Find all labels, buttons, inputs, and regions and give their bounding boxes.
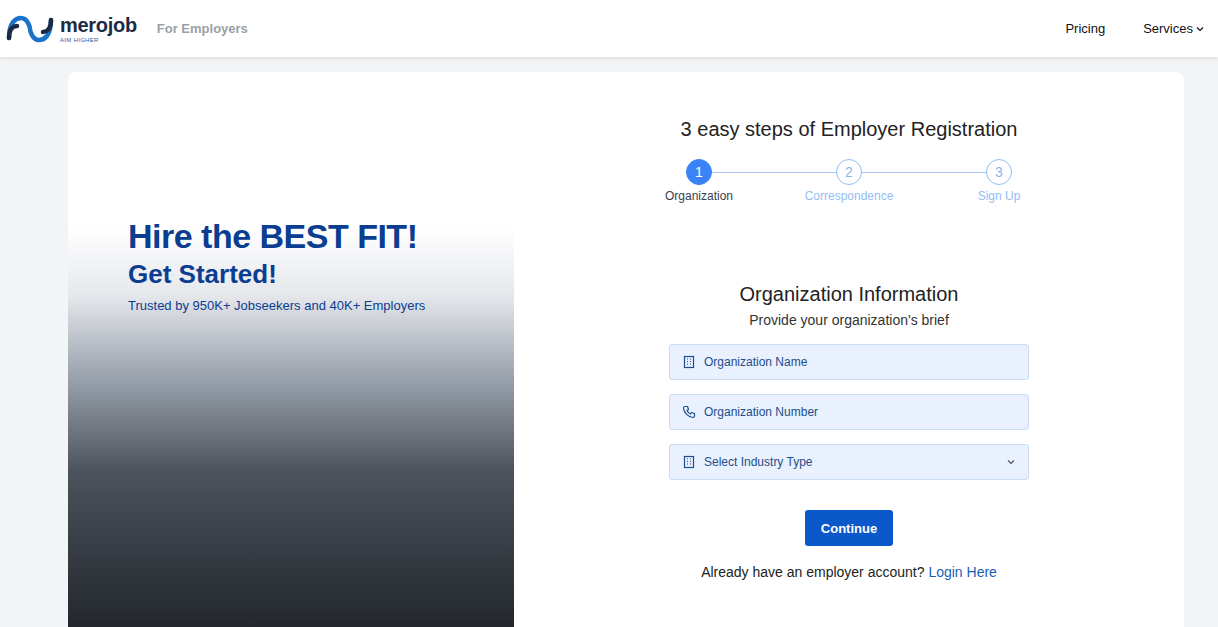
nav-item[interactable]: Pricing: [1065, 21, 1105, 36]
step-label: Organization: [665, 189, 733, 203]
hero-trust: Trusted by 950K+ Jobseekers and 40K+ Emp…: [128, 298, 494, 313]
step-circle: 1: [686, 159, 712, 185]
logo-name[interactable]: merojob: [60, 15, 137, 35]
section-label: For Employers: [157, 21, 248, 36]
text-field[interactable]: [669, 344, 1029, 380]
logo[interactable]: merojob AIM HIGHER: [60, 15, 137, 43]
text-field[interactable]: [669, 394, 1029, 430]
step-label: Correspondence: [805, 189, 894, 203]
main: Hire the BEST FIT!Get Started! Trusted by…: [0, 57, 1218, 627]
brand[interactable]: merojob AIM HIGHER For Employers: [6, 14, 248, 44]
step-circle: 3: [986, 159, 1012, 185]
step: 1 Organization: [624, 159, 774, 203]
hero-title: Hire the BEST FIT!: [128, 216, 494, 257]
industry-select[interactable]: Select Industry Type: [669, 444, 1029, 480]
chevron-down-icon: [1006, 457, 1016, 467]
select-placeholder[interactable]: Select Industry Type: [704, 455, 998, 469]
chevron-down-icon: [1196, 25, 1204, 33]
registration-panel: 3 easy steps of Employer Registration 1 Or…: [514, 72, 1184, 627]
phone-icon: [682, 405, 696, 419]
building-icon: [682, 455, 696, 469]
login-text: Already have an employer account?: [701, 564, 924, 580]
stepper: 1 Organization 2 Correspondence 3 Sign Up: [624, 159, 1074, 203]
step-label: Sign Up: [978, 189, 1021, 203]
form-title: Organization Information: [739, 283, 958, 306]
building-icon: [682, 355, 696, 369]
registration-title: 3 easy steps of Employer Registration: [681, 118, 1018, 141]
nav-label[interactable]: Services: [1143, 21, 1193, 36]
nav-label[interactable]: Pricing: [1065, 21, 1105, 36]
login-link[interactable]: Login Here: [928, 564, 997, 580]
merojob-logo-icon: [6, 14, 54, 44]
organization-number-input[interactable]: [704, 405, 1016, 419]
step: 3 Sign Up: [924, 159, 1074, 203]
hero-banner: Hire the BEST FIT!Get Started! Trusted by…: [68, 72, 514, 627]
hero-subtitle: Get Started!: [128, 259, 494, 290]
continue-button[interactable]: Continue: [805, 510, 893, 546]
registration-card: Hire the BEST FIT!Get Started! Trusted by…: [68, 72, 1184, 627]
step-circle: 2: [836, 159, 862, 185]
nav: Pricing Services: [1065, 21, 1204, 36]
login-prompt: Already have an employer account? Login …: [701, 564, 997, 580]
logo-tagline: AIM HIGHER: [60, 37, 137, 43]
step: 2 Correspondence: [774, 159, 924, 203]
form-subtitle: Provide your organization's brief: [749, 312, 949, 328]
form-fields: Select Industry Type: [669, 344, 1029, 480]
top-header: merojob AIM HIGHER For Employers Pricing Ser…: [0, 0, 1218, 57]
organization-name-input[interactable]: [704, 355, 1016, 369]
nav-item[interactable]: Services: [1143, 21, 1204, 36]
